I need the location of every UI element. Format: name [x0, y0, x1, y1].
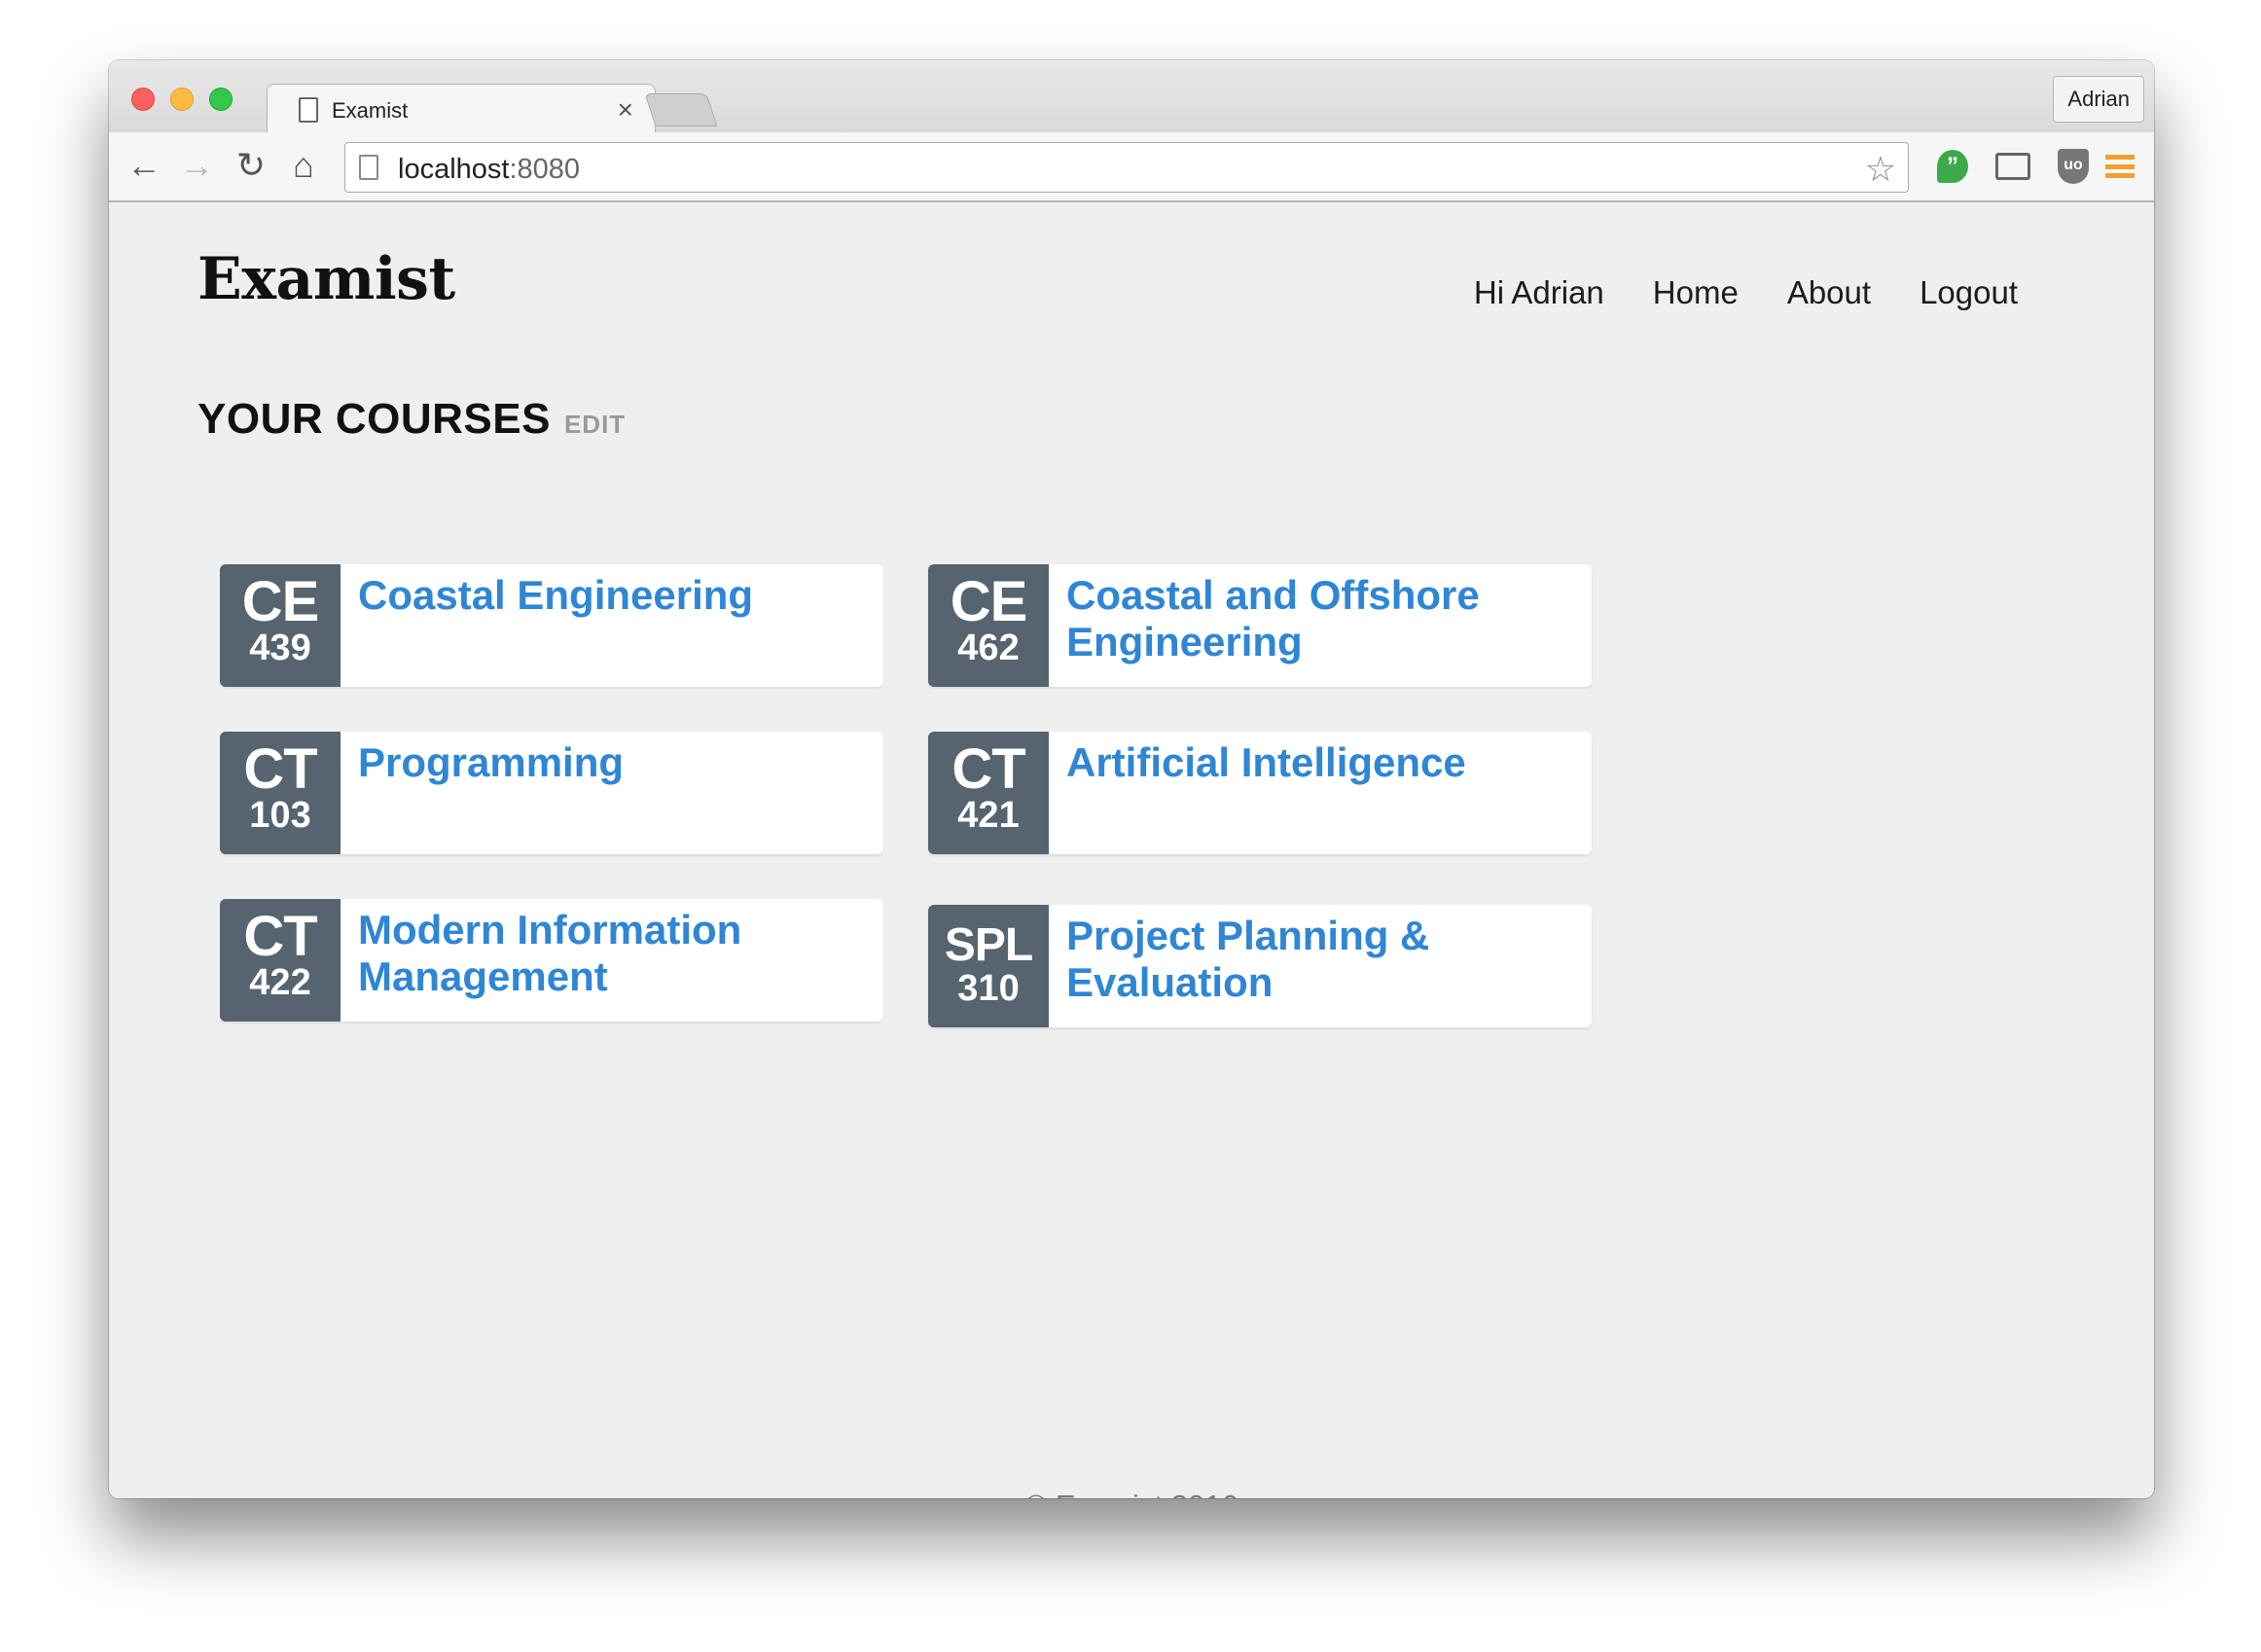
course-code-badge: CT 103 — [220, 732, 341, 854]
nav-home-link[interactable]: Home — [1653, 274, 1739, 311]
course-card[interactable]: CT 421 Artificial Intelligence — [928, 732, 1592, 854]
browser-tab[interactable]: Examist × — [267, 84, 656, 134]
course-number: 439 — [249, 628, 311, 668]
course-card[interactable]: SPL 310 Project Planning & Evaluation — [928, 905, 1592, 1027]
course-number: 421 — [957, 795, 1020, 836]
profile-button[interactable]: Adrian — [2053, 76, 2144, 123]
tab-title: Examist — [332, 98, 409, 123]
course-dept: CT — [243, 905, 317, 968]
close-window-button[interactable] — [131, 88, 155, 111]
course-dept: CT — [243, 737, 317, 801]
course-name-link[interactable]: Modern Information Management — [358, 907, 870, 1000]
course-number: 103 — [249, 795, 311, 836]
course-name-link[interactable]: Coastal Engineering — [358, 572, 870, 619]
course-code-badge: CT 422 — [220, 899, 341, 1022]
edit-courses-link[interactable]: EDIT — [564, 410, 626, 440]
course-code-badge: CT 421 — [928, 732, 1049, 854]
course-code-badge: SPL 310 — [928, 905, 1049, 1027]
course-card[interactable]: CE 439 Coastal Engineering — [220, 564, 883, 687]
section-title: YOUR COURSES — [197, 395, 551, 443]
page-icon — [359, 155, 378, 180]
browser-toolbar: ← → ↻ ⌂ localhost:8080 ☆ ” uo — [109, 132, 2154, 202]
nav-logout-link[interactable]: Logout — [1920, 274, 2018, 311]
ublock-icon[interactable]: uo — [2053, 146, 2094, 187]
course-dept: CE — [950, 570, 1028, 633]
course-dept: SPL — [944, 919, 1033, 971]
forward-arrow-icon[interactable]: → — [177, 146, 216, 185]
page-footer: © Examist 2016 — [109, 1489, 2154, 1498]
tab-strip: Examist × Adrian — [109, 60, 2154, 134]
courses-header: YOUR COURSES EDIT — [197, 395, 626, 444]
page-icon — [299, 97, 318, 123]
course-code-badge: CE 462 — [928, 564, 1049, 687]
course-code-badge: CE 439 — [220, 564, 341, 687]
new-tab-button[interactable] — [644, 93, 718, 126]
hangouts-icon[interactable]: ” — [1932, 146, 1973, 187]
course-card[interactable]: CT 103 Programming — [220, 732, 883, 854]
course-card[interactable]: CT 422 Modern Information Management — [220, 899, 883, 1022]
course-name-link[interactable]: Artificial Intelligence — [1066, 739, 1578, 786]
top-navigation: Hi Adrian Home About Logout — [1474, 274, 2018, 311]
course-card[interactable]: CE 462 Coastal and Offshore Engineering — [928, 564, 1592, 687]
course-dept: CE — [241, 570, 320, 633]
back-arrow-icon[interactable]: ← — [125, 146, 163, 185]
course-number: 422 — [249, 962, 311, 1003]
user-greeting: Hi Adrian — [1473, 274, 1604, 310]
page-content: Examist Hi Adrian Home About Logout YOUR… — [109, 204, 2154, 1498]
course-number: 310 — [957, 968, 1020, 1009]
tab-close-icon[interactable]: × — [618, 94, 633, 126]
reload-icon[interactable]: ↻ — [232, 146, 270, 185]
nav-about-link[interactable]: About — [1787, 274, 1871, 311]
url-text[interactable]: localhost:8080 — [398, 154, 580, 186]
browser-window: Examist × Adrian ← → ↻ ⌂ localhost:8080 … — [109, 60, 2154, 1498]
bookmark-star-icon[interactable]: ☆ — [1865, 149, 1896, 190]
maximize-window-button[interactable] — [209, 88, 233, 111]
menu-icon[interactable] — [2100, 146, 2140, 187]
address-bar[interactable]: localhost:8080 ☆ — [344, 142, 1909, 193]
cast-icon[interactable] — [1992, 146, 2033, 187]
course-number: 462 — [957, 628, 1020, 668]
site-logo[interactable]: Examist — [197, 245, 455, 313]
home-icon[interactable]: ⌂ — [284, 146, 323, 185]
course-name-link[interactable]: Programming — [358, 739, 870, 786]
course-dept: CT — [951, 737, 1025, 801]
minimize-window-button[interactable] — [170, 88, 194, 111]
course-name-link[interactable]: Project Planning & Evaluation — [1066, 913, 1578, 1006]
course-name-link[interactable]: Coastal and Offshore Engineering — [1066, 572, 1578, 665]
